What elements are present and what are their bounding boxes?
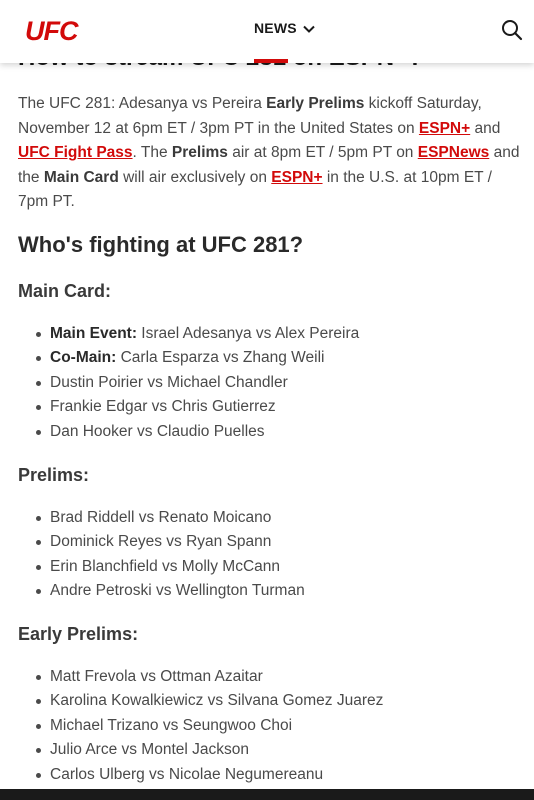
bottom-bar [0, 789, 534, 800]
intro-text: will air exclusively on [118, 168, 272, 186]
nav-news-menu[interactable]: NEWS [254, 20, 315, 36]
main-card-heading: Main Card: [18, 281, 112, 301]
intro-text: . The [132, 144, 172, 161]
ufc-logo[interactable]: UFC [24, 16, 88, 46]
fight-text: Israel Adesanya vs Alex Pereira [136, 325, 360, 342]
search-icon [502, 20, 523, 41]
list-item: Main Event: Israel Adesanya vs Alex Pere… [35, 322, 360, 346]
espnews-link[interactable]: ESPNews [418, 144, 490, 161]
list-item: Dan Hooker vs Claudio Puelles [35, 420, 359, 444]
list-item: Dominick Reyes vs Ryan Spann [36, 530, 305, 554]
prelims-emphasis: Prelims [171, 144, 228, 161]
list-item: Carlos Ulberg vs Nicolae Negumereanu [35, 763, 383, 787]
list-item: Co-Main: Carla Esparza vs Zhang Weili [35, 346, 359, 370]
main-card-list: Main Event: Israel Adesanya vs Alex Pere… [35, 322, 360, 444]
list-item: Andre Petroski vs Wellington Turman [36, 579, 305, 603]
intro-text: The UFC 281: Adesanya vs Pereira [18, 95, 267, 112]
site-header: UFC NEWS [0, 0, 534, 63]
fight-card-heading: Who's fighting at UFC 281? [18, 232, 304, 257]
intro-text: air at 8pm ET / 5pm PT on [227, 144, 418, 161]
co-main-label: Co-Main: [50, 349, 117, 367]
list-item: Julio Arce vs Montel Jackson [35, 738, 383, 762]
list-item: Matt Frevola vs Ottman Azaitar [35, 665, 383, 689]
espn-plus-link-2[interactable]: ESPN+ [271, 169, 322, 186]
list-item: Frankie Edgar vs Chris Gutierrez [35, 395, 359, 419]
main-card-emphasis: Main Card [43, 168, 119, 186]
search-button[interactable] [500, 18, 524, 42]
early-prelims-emphasis: Early Prelims [266, 95, 365, 112]
intro-paragraph: The UFC 281: Adesanya vs Pereira Early P… [18, 92, 524, 215]
main-event-label: Main Event: [50, 325, 137, 342]
list-item: Dustin Poirier vs Michael Chandler [35, 371, 359, 395]
nav-news-label: NEWS [254, 20, 297, 36]
ufc-fight-pass-link[interactable]: UFC Fight Pass [18, 144, 133, 161]
prelims-heading: Prelims: [18, 465, 90, 485]
prelims-list: Brad Riddell vs Renato Moicano Dominick … [36, 506, 305, 604]
list-item: Erin Blanchfield vs Molly McCann [36, 555, 305, 579]
chevron-down-icon [303, 20, 315, 36]
early-prelims-list: Matt Frevola vs Ottman Azaitar Karolina … [35, 665, 383, 787]
intro-text: and [470, 119, 501, 137]
fight-text: Carla Esparza vs Zhang Weili [116, 349, 325, 367]
nav-active-indicator [254, 59, 288, 63]
svg-text:UFC: UFC [25, 16, 79, 44]
espn-plus-link[interactable]: ESPN+ [419, 120, 470, 137]
list-item: Brad Riddell vs Renato Moicano [36, 506, 305, 530]
early-prelims-heading: Early Prelims: [18, 624, 139, 644]
list-item: Michael Trizano vs Seungwoo Choi [35, 714, 383, 738]
ufc-logo-mark: UFC [25, 16, 80, 46]
list-item: Karolina Kowalkiewicz vs Silvana Gomez J… [35, 689, 383, 713]
